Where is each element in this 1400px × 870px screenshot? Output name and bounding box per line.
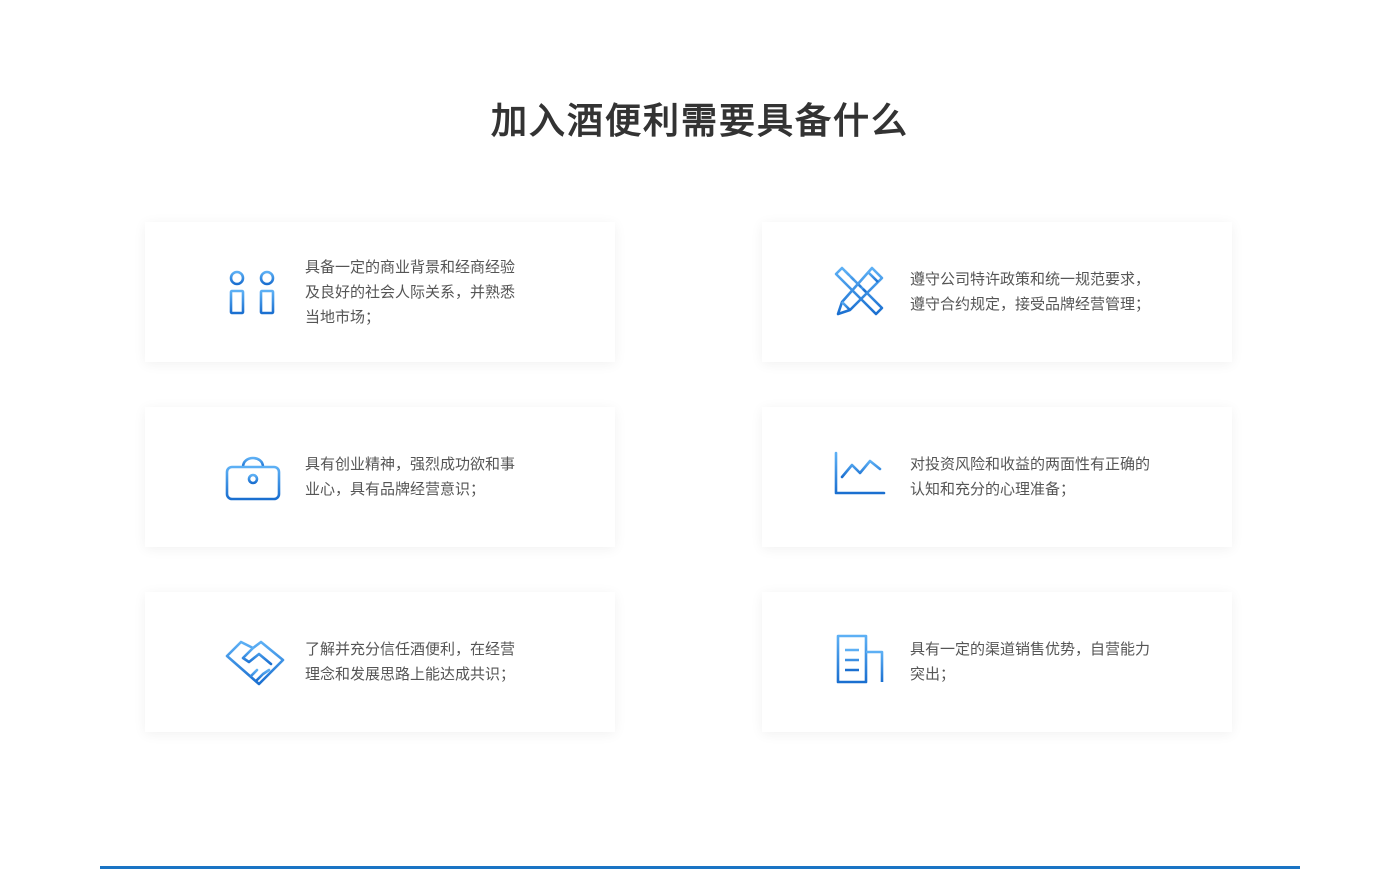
- requirement-card-business-background: 具备一定的商业背景和经商经验及良好的社会人际关系，并熟悉当地市场；: [145, 222, 615, 362]
- requirement-text: 遵守公司特许政策和统一规范要求，遵守合约规定，接受品牌经营管理；: [910, 270, 1151, 313]
- requirement-card-risk-awareness: 对投资风险和收益的两面性有正确的认知和充分的心理准备；: [762, 407, 1232, 547]
- requirement-card-sales-channel: 具有一定的渠道销售优势，自营能力突出；: [762, 592, 1232, 732]
- bottom-divider: [100, 866, 1300, 869]
- page-title: 加入酒便利需要具备什么: [490, 101, 909, 142]
- requirement-card-policy-compliance: 遵守公司特许政策和统一规范要求，遵守合约规定，接受品牌经营管理；: [762, 222, 1232, 362]
- requirement-text: 具有创业精神，强烈成功欲和事业心，具有品牌经营意识；: [305, 455, 516, 498]
- building-icon: [828, 630, 892, 694]
- requirement-card-trust: 了解并充分信任酒便利，在经营理念和发展思路上能达成共识；: [145, 592, 615, 732]
- requirement-text: 了解并充分信任酒便利，在经营理念和发展思路上能达成共识；: [305, 640, 516, 683]
- requirement-text: 对投资风险和收益的两面性有正确的认知和充分的心理准备；: [910, 455, 1151, 498]
- ruler-pencil-icon: [828, 260, 892, 324]
- requirement-card-entrepreneurship: 具有创业精神，强烈成功欲和事业心，具有品牌经营意识；: [145, 407, 615, 547]
- line-chart-icon: [828, 445, 892, 509]
- requirement-text: 具备一定的商业背景和经商经验及良好的社会人际关系，并熟悉当地市场；: [305, 257, 516, 326]
- people-icon: [223, 260, 287, 324]
- handshake-icon: [223, 630, 287, 694]
- requirement-text: 具有一定的渠道销售优势，自营能力突出；: [910, 640, 1151, 683]
- briefcase-icon: [223, 445, 287, 509]
